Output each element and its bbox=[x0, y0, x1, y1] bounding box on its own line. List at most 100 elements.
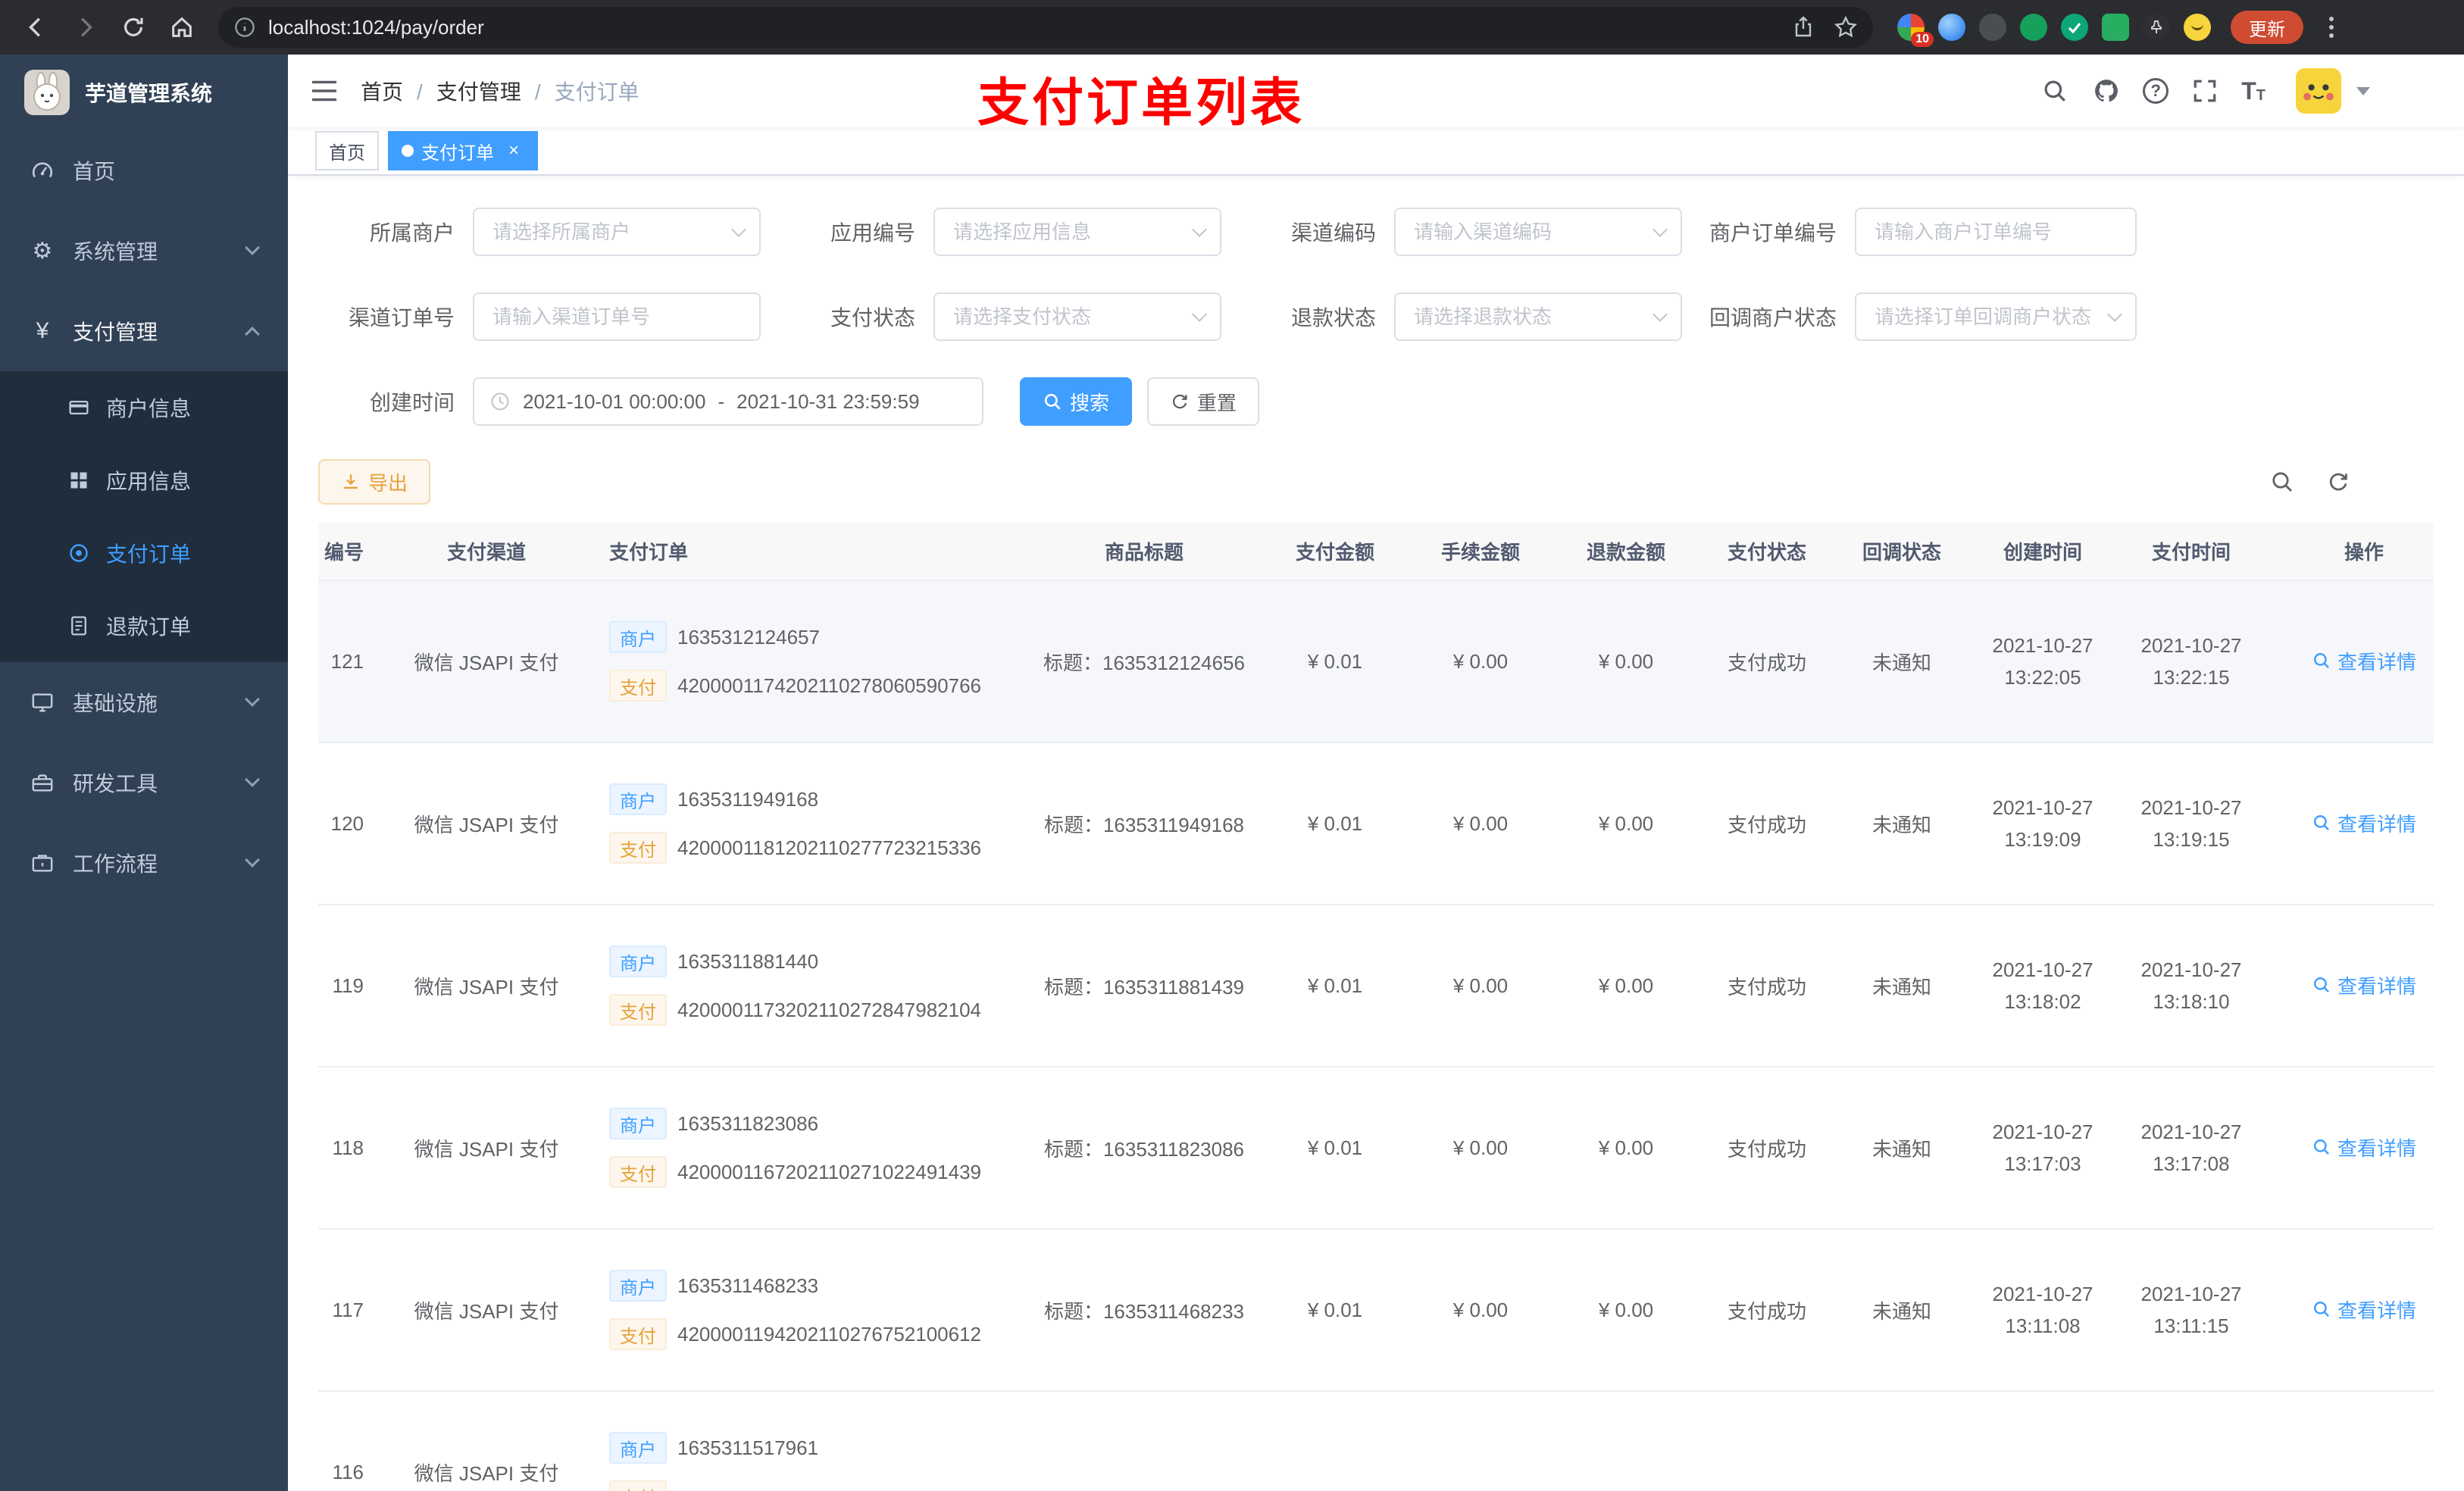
browser-update-button[interactable]: 更新 bbox=[2231, 11, 2303, 44]
cell-amount: ¥ 0.01 bbox=[1262, 1229, 1408, 1392]
cell-channel: 微信 JSAPI 支付 bbox=[386, 580, 586, 743]
merchant-select-input[interactable] bbox=[473, 208, 761, 256]
sidebar-item-home[interactable]: 首页 bbox=[0, 130, 288, 211]
pay-status-select[interactable] bbox=[933, 292, 1221, 341]
refund-status-select[interactable] bbox=[1394, 292, 1682, 341]
pay-order-no: 4200001194202110276752100612 bbox=[677, 1322, 982, 1346]
extension-check-icon[interactable] bbox=[2061, 14, 2088, 41]
cell-order: 商户 1635311949168 支付 4200001181202110277723… bbox=[586, 742, 1026, 905]
search-icon[interactable] bbox=[2040, 76, 2070, 106]
cell-id: 118 bbox=[318, 1067, 386, 1230]
pay-order-no: 4200001173202110272847982104 bbox=[677, 998, 982, 1021]
filter-row-3: 创建时间 2021-10-01 00:00:00 - 2021-10-31 23… bbox=[318, 377, 2434, 426]
sidebar-item-label: 工作流程 bbox=[73, 852, 158, 876]
app-select[interactable] bbox=[933, 208, 1221, 256]
filter-row-2: 渠道订单号 支付状态 退款状态 bbox=[318, 292, 2434, 341]
breadcrumb-payment[interactable]: 支付管理 bbox=[436, 76, 541, 106]
profile-emoji-icon[interactable] bbox=[2184, 14, 2211, 41]
back-icon[interactable] bbox=[15, 6, 58, 48]
notify-status-input[interactable] bbox=[1855, 292, 2137, 341]
close-icon[interactable]: × bbox=[503, 140, 524, 161]
bank-card-icon bbox=[67, 395, 91, 420]
pay-status-input[interactable] bbox=[933, 292, 1221, 341]
extension-green-icon[interactable] bbox=[2020, 14, 2047, 41]
sidebar-item-label: 应用信息 bbox=[106, 470, 192, 493]
browser-menu-icon[interactable] bbox=[2320, 11, 2343, 44]
pay-order-no: 4200001181202110277723215336 bbox=[677, 836, 982, 859]
breadcrumb-home[interactable]: 首页 bbox=[361, 76, 423, 106]
search-button[interactable]: 搜索 bbox=[1020, 377, 1133, 426]
date-separator: - bbox=[718, 389, 725, 413]
notify-status-select[interactable] bbox=[1855, 292, 2137, 341]
reload-icon[interactable] bbox=[112, 6, 155, 48]
sidebar-item-workflow[interactable]: 工作流程 bbox=[0, 823, 288, 903]
view-detail-link[interactable]: 查看详情 bbox=[2312, 809, 2416, 837]
yen-icon: ¥ bbox=[36, 318, 49, 343]
grid-icon bbox=[67, 468, 91, 492]
view-detail-link[interactable]: 查看详情 bbox=[2312, 971, 2416, 999]
home-icon[interactable] bbox=[161, 6, 203, 48]
search-toggle-icon[interactable] bbox=[2267, 467, 2297, 497]
font-size-icon[interactable]: TT bbox=[2241, 79, 2265, 103]
merchant-order-no-input[interactable] bbox=[1855, 208, 2137, 256]
sidebar-item-app-info[interactable]: 应用信息 bbox=[0, 444, 288, 517]
refund-status-input[interactable] bbox=[1394, 292, 1682, 341]
channel-code-input[interactable] bbox=[1394, 208, 1682, 256]
cell-paid: 2021-10-27 13:22:15 bbox=[2117, 580, 2265, 743]
site-info-icon[interactable] bbox=[233, 16, 256, 39]
fullscreen-icon[interactable] bbox=[2190, 76, 2220, 106]
view-detail-link[interactable]: 查看详情 bbox=[2312, 1133, 2416, 1161]
cell-status: 支付成功 bbox=[1699, 1229, 1835, 1392]
col-order: 支付订单 bbox=[586, 523, 1026, 581]
export-button[interactable]: 导出 bbox=[318, 459, 431, 505]
sidebar-item-merchant-info[interactable]: 商户信息 bbox=[0, 371, 288, 444]
table-row: 121 微信 JSAPI 支付 商户 1635312124657 支付 420000… bbox=[318, 580, 2434, 743]
col-channel: 支付渠道 bbox=[386, 523, 586, 581]
help-icon[interactable]: ? bbox=[2143, 78, 2169, 104]
sidebar-item-pay-order[interactable]: 支付订单 bbox=[0, 517, 288, 589]
avatar-caret-icon[interactable] bbox=[2356, 86, 2370, 95]
extension-pin-icon[interactable] bbox=[2143, 14, 2170, 41]
refresh-icon[interactable] bbox=[2323, 467, 2353, 497]
view-detail-link[interactable]: 查看详情 bbox=[2312, 1296, 2416, 1324]
extension-green-square-icon[interactable] bbox=[2102, 14, 2129, 41]
cell-amount: ¥ 0.01 bbox=[1262, 580, 1408, 743]
bookmark-star-icon[interactable] bbox=[1834, 15, 1858, 39]
merchant-select[interactable] bbox=[473, 208, 761, 256]
sidebar-item-system[interactable]: ⚙ 系统管理 bbox=[0, 211, 288, 291]
share-icon[interactable] bbox=[1791, 15, 1815, 39]
channel-order-no-input[interactable] bbox=[473, 292, 761, 341]
tag-pay-order[interactable]: 支付订单 × bbox=[388, 131, 538, 170]
channel-order-no-field[interactable] bbox=[473, 292, 761, 341]
reset-button[interactable]: 重置 bbox=[1147, 377, 1260, 426]
field-label: 回调商户状态 bbox=[1709, 306, 1837, 330]
sidebar-item-infrastructure[interactable]: 基础设施 bbox=[0, 662, 288, 742]
url-bar[interactable]: localhost:1024/pay/order bbox=[218, 7, 1873, 48]
app-logo[interactable]: 芋道管理系统 bbox=[0, 55, 288, 130]
cell-channel: 微信 JSAPI 支付 bbox=[386, 1229, 586, 1392]
cell-paid: 2021-10-27 13:11:15 bbox=[2117, 1229, 2265, 1392]
gear-icon: ⚙ bbox=[32, 238, 53, 264]
sidebar-toggle-icon[interactable] bbox=[288, 55, 361, 127]
page-annotation: 支付订单列表 bbox=[977, 74, 1305, 132]
forward-icon[interactable] bbox=[64, 6, 106, 48]
tag-home[interactable]: 首页 bbox=[315, 131, 379, 170]
github-icon[interactable] bbox=[2091, 76, 2122, 106]
extension-dark-icon[interactable] bbox=[1979, 14, 2006, 41]
cell-order: 商户 1635311881440 支付 4200001173202110272847… bbox=[586, 905, 1026, 1067]
extension-colorful-icon[interactable]: 10 bbox=[1897, 14, 1934, 47]
merchant-order-no-field[interactable] bbox=[1855, 208, 2137, 256]
date-range-picker[interactable]: 2021-10-01 00:00:00 - 2021-10-31 23:59:5… bbox=[473, 377, 983, 426]
sidebar-item-refund-order[interactable]: 退款订单 bbox=[0, 589, 288, 662]
sidebar-item-payment[interactable]: ¥ 支付管理 bbox=[0, 291, 288, 371]
filter-pay-status: 支付状态 bbox=[779, 292, 1221, 341]
col-id: 编号 bbox=[318, 523, 386, 581]
sidebar-item-devtools[interactable]: 研发工具 bbox=[0, 742, 288, 823]
view-detail-link[interactable]: 查看详情 bbox=[2312, 647, 2416, 675]
avatar[interactable] bbox=[2296, 68, 2341, 114]
channel-code-select[interactable] bbox=[1394, 208, 1682, 256]
extension-blue-drop-icon[interactable] bbox=[1938, 14, 1965, 41]
tags-view-bar: 首页 支付订单 × bbox=[288, 127, 2464, 176]
app-select-input[interactable] bbox=[933, 208, 1221, 256]
merchant-order-no: 1635311517961 bbox=[677, 1436, 819, 1459]
